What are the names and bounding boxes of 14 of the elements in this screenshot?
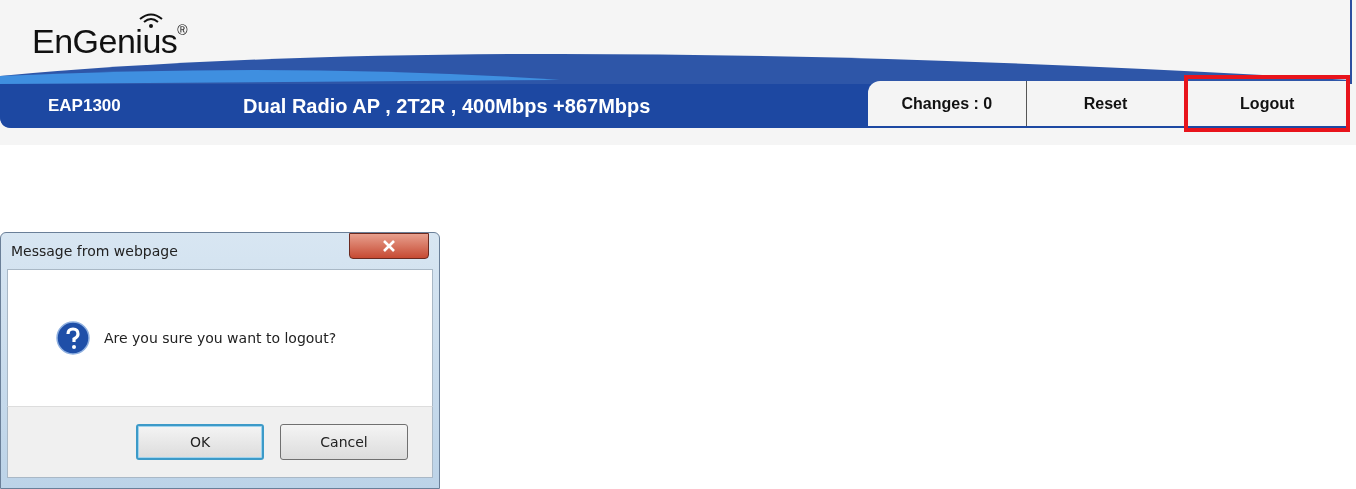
header-button[interactable]: Reset [1025,81,1185,126]
dialog-title: Message from webpage [11,243,178,259]
brand-logo: EnGenius$^{®}$ [32,22,188,61]
header-button[interactable]: Logout [1184,75,1350,132]
dialog-button[interactable]: OK [136,424,264,460]
dialog-button[interactable]: Cancel [280,424,408,460]
dialog-message: Are you sure you want to logout? [104,330,337,346]
device-model: EAP1300 [48,96,122,116]
close-button[interactable] [349,233,429,259]
question-icon [56,321,90,355]
header-button[interactable]: Changes : 0 [868,81,1026,126]
close-icon [382,240,396,252]
wifi-icon [138,12,164,28]
device-description: Dual Radio AP , 2T2R , 400Mbps +867Mbps [243,94,651,118]
